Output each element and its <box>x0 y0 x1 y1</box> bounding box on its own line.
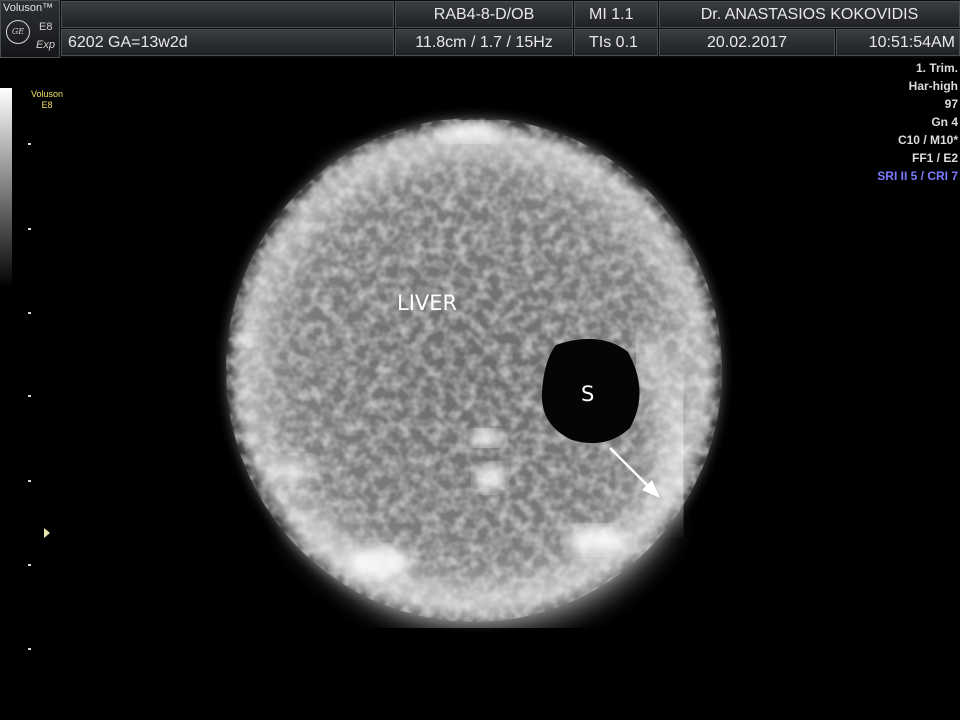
param-map: C10 / M10* <box>897 133 958 147</box>
operator-name: Dr. ANASTASIOS KOKOVIDIS <box>659 1 960 28</box>
focus-marker-icon <box>44 528 50 538</box>
ge-logo-icon: GE <box>6 20 30 44</box>
mechanical-index: MI 1.1 <box>574 1 658 28</box>
liver-label: LIVER <box>397 291 458 315</box>
imaging-parameters: 1. Trim. Har-high 97 Gn 4 C10 / M10* FF1… <box>877 59 958 185</box>
depth-settings: 11.8cm / 1.7 / 15Hz <box>395 29 573 56</box>
depth-tick <box>28 143 31 145</box>
exam-date: 20.02.2017 <box>659 29 835 56</box>
probe-preset: RAB4-8-D/OB <box>395 1 573 28</box>
stomach-label: S <box>581 382 595 406</box>
patient-id-ga: 6202 GA=13w2d <box>61 29 394 56</box>
brand-name: Voluson™ <box>3 2 54 14</box>
param-harmonic: Har-high <box>908 79 958 93</box>
exam-time: 10:51:54AM <box>836 29 960 56</box>
grayscale-bar <box>0 88 12 288</box>
brand-model: E8 <box>39 21 53 33</box>
brand-panel: Voluson™ GE E8 Exp <box>0 0 60 58</box>
header-bar: Voluson™ GE E8 Exp RAB4-8-D/OB MI 1.1 Dr… <box>0 0 960 58</box>
param-trimester: 1. Trim. <box>915 61 958 75</box>
param-value: 97 <box>944 97 958 111</box>
param-frame: FF1 / E2 <box>911 151 958 165</box>
param-gain: Gn 4 <box>931 115 958 129</box>
depth-tick <box>28 480 31 482</box>
thermal-index: TIs 0.1 <box>574 29 658 56</box>
voluson-tag-line2: E8 <box>41 100 53 110</box>
brand-mode: Exp <box>36 39 55 51</box>
depth-tick <box>28 228 31 230</box>
depth-tick <box>28 564 31 566</box>
depth-tick <box>28 312 31 314</box>
fetal-abdomen-cross-section <box>226 118 722 636</box>
voluson-tag: Voluson E8 <box>31 89 63 111</box>
depth-tick <box>28 648 31 650</box>
param-sri-cri: SRI II 5 / CRI 7 <box>877 169 958 183</box>
header-empty-cell <box>61 1 394 28</box>
depth-tick <box>28 395 31 397</box>
voluson-tag-line1: Voluson <box>31 89 64 99</box>
ultrasound-scan-image <box>226 118 722 636</box>
